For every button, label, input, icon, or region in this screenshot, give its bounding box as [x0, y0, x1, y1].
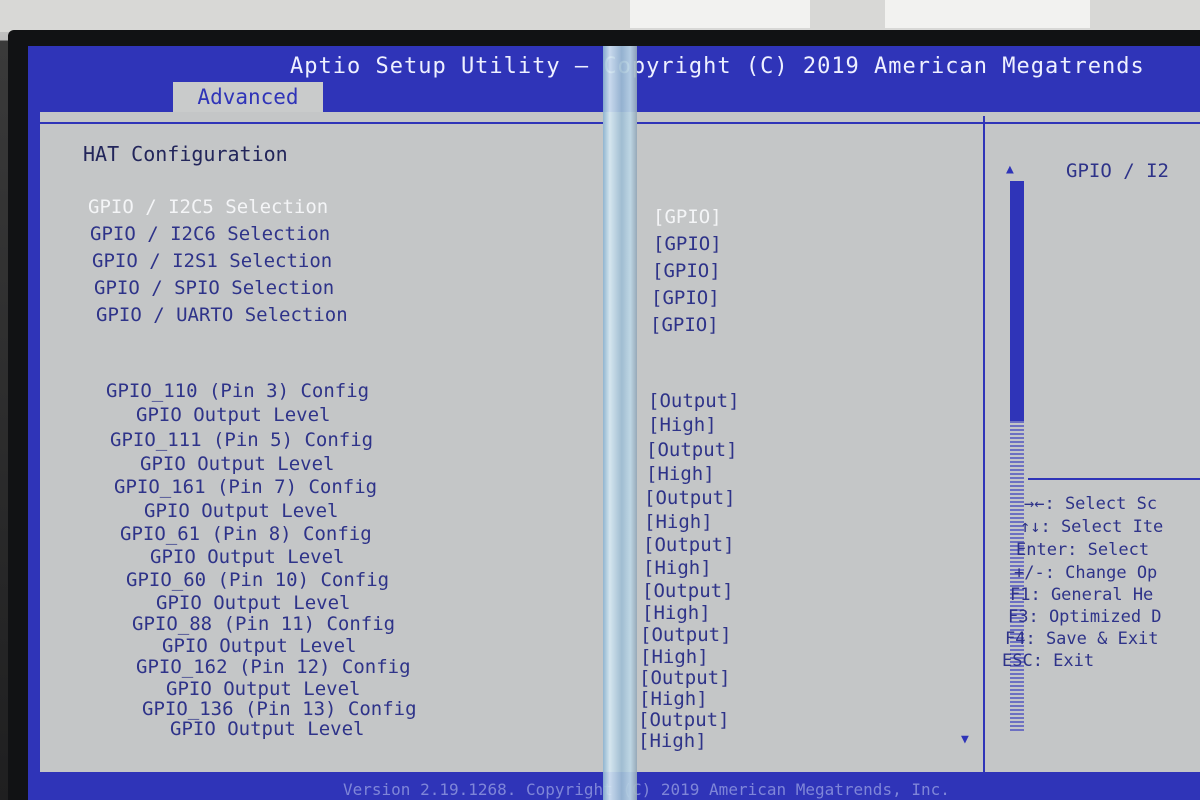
key-help-select-screen: →←: Select Sc: [1024, 494, 1158, 514]
help-pane-border: [983, 116, 985, 772]
gpio-110-config-label[interactable]: GPIO_110 (Pin 3) Config: [106, 380, 369, 402]
scroll-down-icon[interactable]: ▼: [961, 732, 969, 747]
bios-screen: Aptio Setup Utility – Copyright (C) 2019…: [28, 46, 1200, 800]
gpio-88-output-level-label[interactable]: GPIO Output Level: [162, 635, 356, 657]
help-divider: [1028, 478, 1200, 480]
gpio-161-output-level-label[interactable]: GPIO Output Level: [144, 500, 338, 522]
gpio-88-config-value[interactable]: [Output]: [640, 624, 732, 646]
tab-advanced[interactable]: Advanced: [173, 82, 323, 112]
help-title: GPIO / I2: [1066, 160, 1169, 182]
gpio-spio-selection-label[interactable]: GPIO / SPIO Selection: [94, 277, 334, 299]
key-help-optimized-defaults: F3: Optimized D: [1008, 607, 1162, 627]
key-help-general-help: F1: General He: [1010, 585, 1154, 605]
gpio-161-config-value[interactable]: [Output]: [644, 487, 736, 509]
app-title: Aptio Setup Utility – Copyright (C) 2019…: [290, 54, 1145, 79]
gpio-110-output-level-label[interactable]: GPIO Output Level: [136, 404, 330, 426]
key-help-enter-select: Enter: Select: [1016, 540, 1150, 560]
gpio-i2s1-selection-label[interactable]: GPIO / I2S1 Selection: [92, 250, 332, 272]
gpio-136-output-level-label[interactable]: GPIO Output Level: [170, 718, 364, 740]
gpio-60-config-label[interactable]: GPIO_60 (Pin 10) Config: [126, 569, 389, 591]
gpio-162-output-level-value[interactable]: [High]: [639, 688, 708, 710]
panel-divider: [637, 122, 1200, 124]
gpio-61-config-value[interactable]: [Output]: [643, 534, 735, 556]
gpio-162-output-level-label[interactable]: GPIO Output Level: [166, 678, 360, 700]
key-help-change-option: +/-: Change Op: [1014, 563, 1158, 583]
gpio-60-config-value[interactable]: [Output]: [642, 580, 734, 602]
gpio-i2c6-selection-value[interactable]: [GPIO]: [653, 233, 722, 255]
gpio-i2c5-selection-label[interactable]: GPIO / I2C5 Selection: [88, 196, 328, 218]
display-artifact: [603, 46, 637, 800]
gpio-61-output-level-label[interactable]: GPIO Output Level: [150, 546, 344, 568]
gpio-161-config-label[interactable]: GPIO_161 (Pin 7) Config: [114, 476, 377, 498]
gpio-i2c5-selection-value[interactable]: [GPIO]: [653, 206, 722, 228]
gpio-60-output-level-label[interactable]: GPIO Output Level: [156, 592, 350, 614]
gpio-111-config-value[interactable]: [Output]: [646, 439, 738, 461]
gpio-61-config-label[interactable]: GPIO_61 (Pin 8) Config: [120, 523, 372, 545]
panel-divider: [40, 122, 603, 124]
gpio-111-output-level-value[interactable]: [High]: [646, 463, 715, 485]
gpio-162-config-value[interactable]: [Output]: [639, 667, 731, 689]
gpio-88-output-level-value[interactable]: [High]: [640, 646, 709, 668]
scrollbar-thumb[interactable]: [1010, 181, 1024, 421]
gpio-i2c6-selection-label[interactable]: GPIO / I2C6 Selection: [90, 223, 330, 245]
scroll-up-icon[interactable]: ▲: [1006, 162, 1014, 177]
gpio-88-config-label[interactable]: GPIO_88 (Pin 11) Config: [132, 613, 395, 635]
window-pane: [630, 0, 810, 28]
gpio-spio-selection-value[interactable]: [GPIO]: [651, 287, 720, 309]
gpio-60-output-level-value[interactable]: [High]: [642, 602, 711, 624]
section-title: HAT Configuration: [83, 142, 288, 166]
gpio-61-output-level-value[interactable]: [High]: [643, 557, 712, 579]
window-pane: [885, 0, 1090, 28]
key-help-exit: ESC: Exit: [1002, 651, 1095, 671]
gpio-161-output-level-value[interactable]: [High]: [644, 511, 713, 533]
gpio-i2s1-selection-value[interactable]: [GPIO]: [652, 260, 721, 282]
key-help-save-exit: F4: Save & Exit: [1005, 629, 1159, 649]
gpio-136-output-level-value[interactable]: [High]: [638, 730, 707, 752]
key-help-select-item: ↑↓: Select Ite: [1020, 517, 1164, 537]
gpio-uart0-selection-label[interactable]: GPIO / UARTO Selection: [96, 304, 348, 326]
gpio-111-output-level-label[interactable]: GPIO Output Level: [140, 453, 334, 475]
footer-version-text: Version 2.19.1268. Copyright (C) 2019 Am…: [343, 780, 950, 799]
gpio-136-config-value[interactable]: [Output]: [638, 709, 730, 731]
gpio-162-config-label[interactable]: GPIO_162 (Pin 12) Config: [136, 656, 411, 678]
gpio-uart0-selection-value[interactable]: [GPIO]: [650, 314, 719, 336]
gpio-111-config-label[interactable]: GPIO_111 (Pin 5) Config: [110, 429, 373, 451]
gpio-136-config-label[interactable]: GPIO_136 (Pin 13) Config: [142, 698, 417, 720]
gpio-110-output-level-value[interactable]: [High]: [648, 414, 717, 436]
gpio-110-config-value[interactable]: [Output]: [648, 390, 740, 412]
